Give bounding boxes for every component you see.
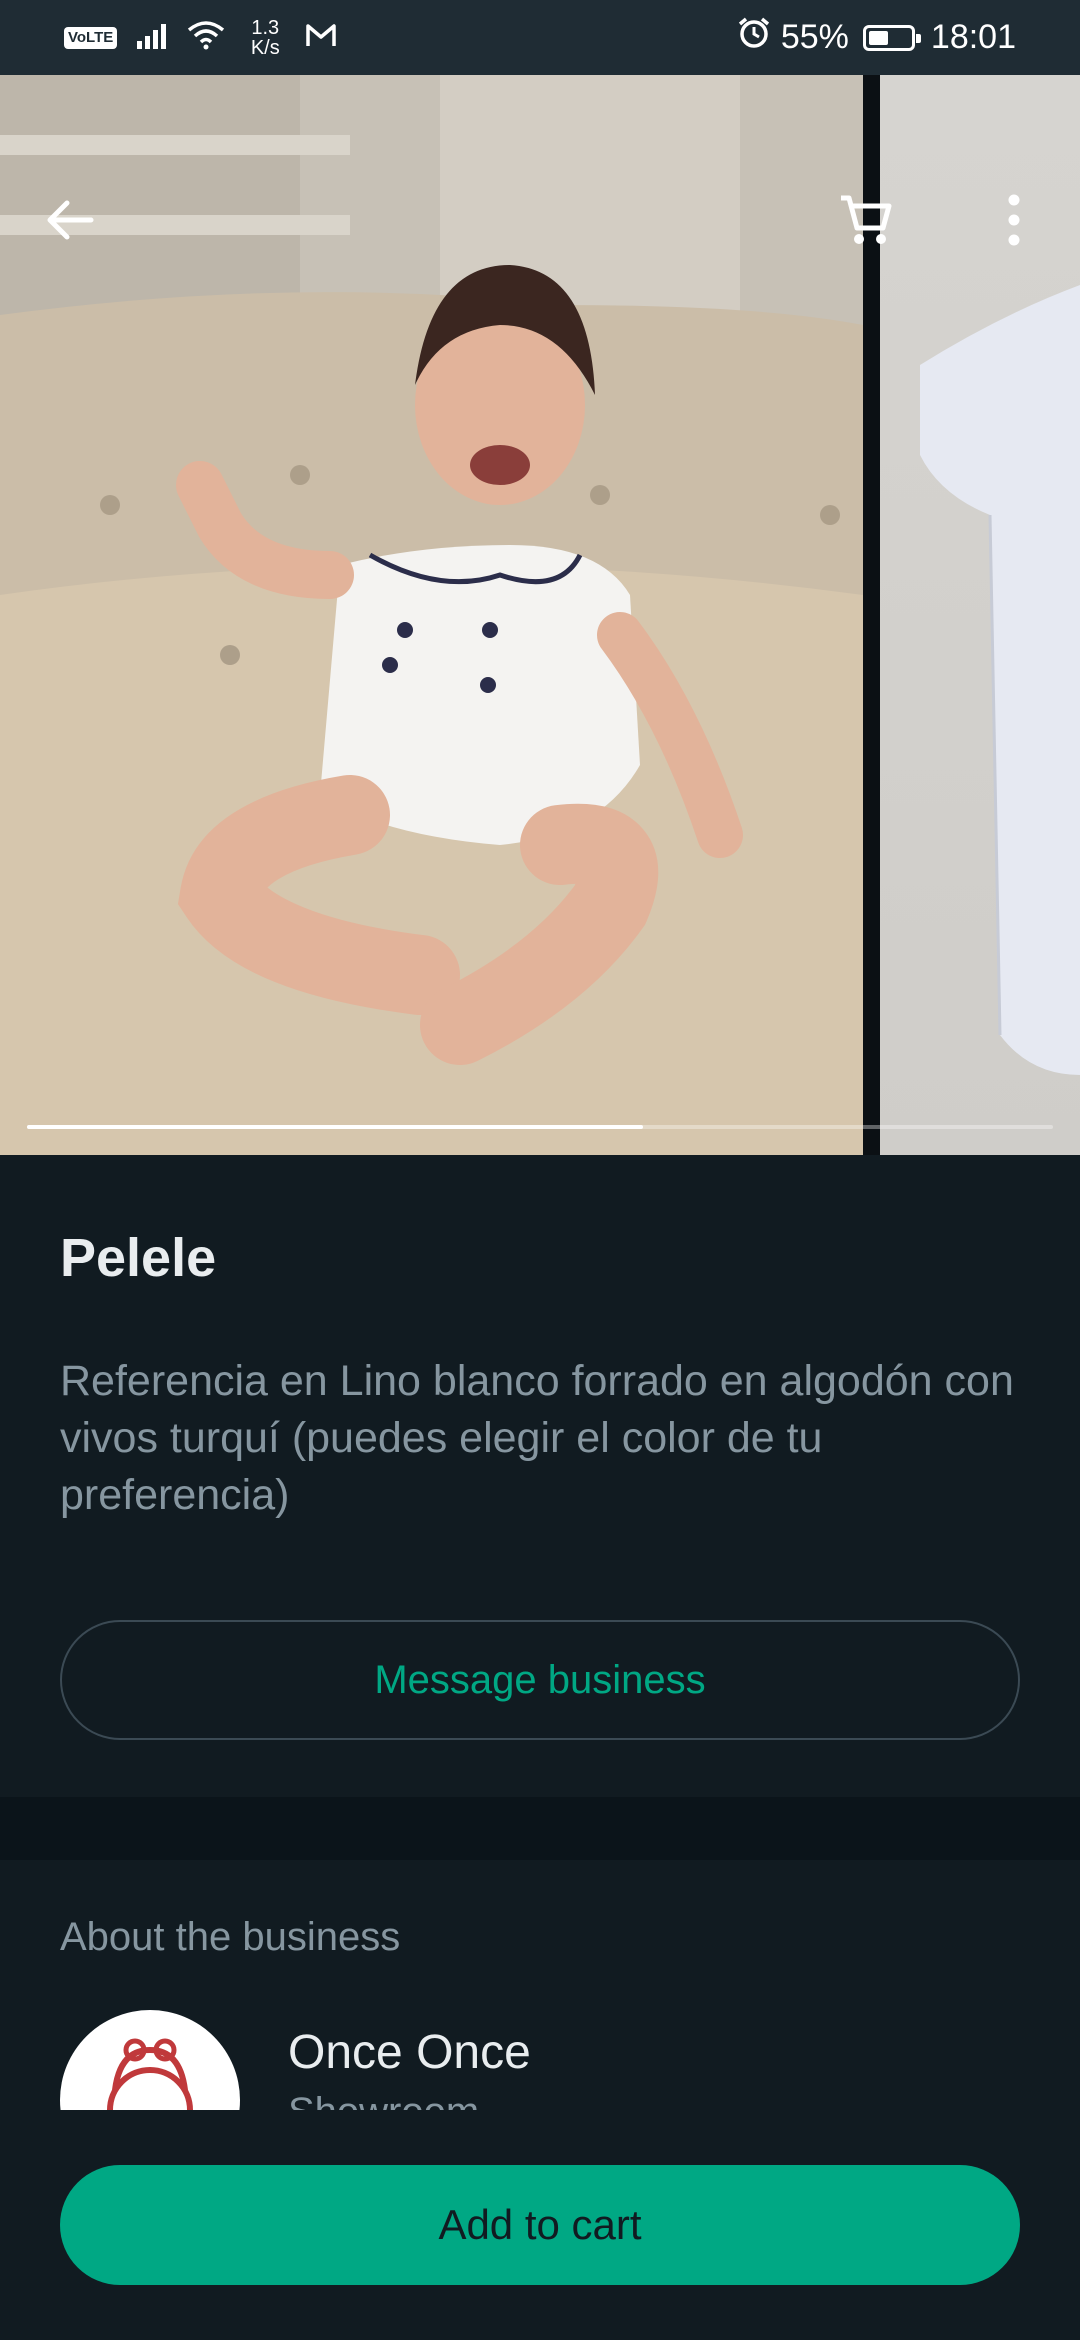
product-name: Pelele <box>60 1228 217 1288</box>
back-button[interactable] <box>40 190 100 250</box>
battery-percent: 55% <box>780 18 849 56</box>
status-left: VoLTE 1.3 K/s <box>64 0 337 75</box>
battery-icon <box>862 24 921 51</box>
network-speed: 1.3 K/s <box>243 18 287 58</box>
carousel-progress-fill <box>27 1125 643 1129</box>
message-business-button[interactable]: Message business <box>60 1620 1020 1740</box>
clock: 18:01 <box>930 18 1016 56</box>
product-image-next[interactable] <box>880 75 1080 1155</box>
volte-badge: VoLTE <box>64 26 118 49</box>
bottom-action-bar: Add to cart <box>0 2110 1080 2340</box>
cart-icon <box>841 195 892 244</box>
about-heading: About the business <box>60 1915 401 1959</box>
network-speed-unit: K/s <box>250 36 280 59</box>
section-divider <box>0 1797 1080 1860</box>
about-business-section: About the business Once Once Showroom <box>0 1860 1080 2110</box>
status-right: 55% 18:01 <box>737 0 1016 75</box>
product-description: Referencia en Lino blanco forrado en alg… <box>60 1357 1014 1519</box>
alarm-icon <box>737 16 771 59</box>
cart-button[interactable] <box>835 190 895 250</box>
network-speed-value: 1.3 <box>251 16 280 39</box>
more-vertical-icon <box>1008 194 1020 246</box>
product-screen: VoLTE 1.3 K/s 55% 18:01 Pelele Referenci… <box>0 0 1080 2340</box>
status-bar: VoLTE 1.3 K/s 55% 18:01 <box>0 0 1080 75</box>
business-logo-icon <box>107 2038 193 2110</box>
more-options-button[interactable] <box>984 190 1044 250</box>
business-avatar[interactable] <box>60 2010 240 2110</box>
product-image-carousel[interactable] <box>0 75 1080 1155</box>
product-image-main[interactable] <box>0 75 863 1155</box>
arrow-left-icon <box>47 200 94 240</box>
business-name[interactable]: Once Once <box>288 2025 531 2080</box>
add-to-cart-button[interactable]: Add to cart <box>60 2165 1020 2285</box>
battery-fill <box>868 30 889 45</box>
product-details: Pelele Referencia en Lino blanco forrado… <box>0 1155 1080 1797</box>
business-category: Showroom <box>288 2090 479 2110</box>
gmail-icon <box>305 22 337 53</box>
signal-icon <box>135 21 169 54</box>
carousel-progress <box>27 1125 1053 1129</box>
wifi-icon <box>187 20 225 55</box>
